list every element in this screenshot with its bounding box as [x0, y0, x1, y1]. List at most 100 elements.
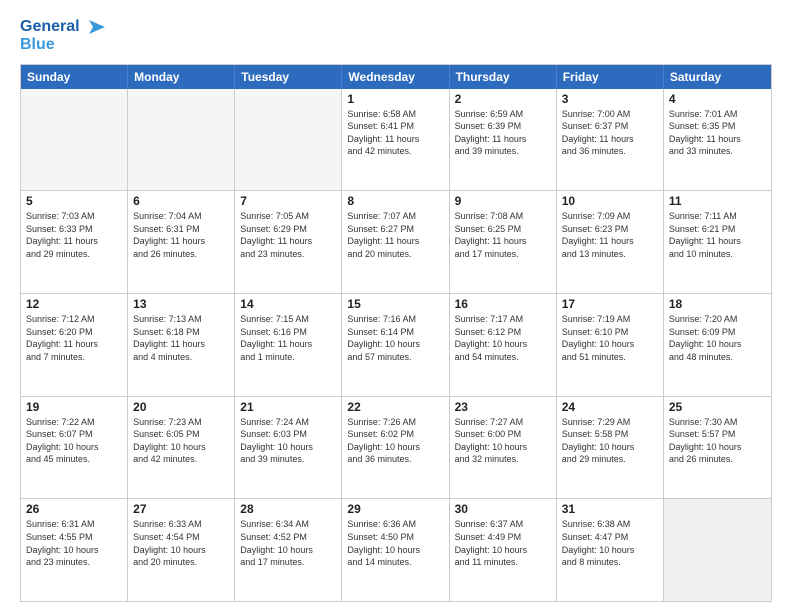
day-info: Sunrise: 6:31 AM Sunset: 4:55 PM Dayligh… [26, 518, 122, 568]
day-cell-11: 11 Sunrise: 7:11 AM Sunset: 6:21 PM Dayli… [664, 191, 771, 293]
calendar-row-1: 5Sunrise: 7:03 AM Sunset: 6:33 PM Daylig… [21, 190, 771, 293]
day-number: 11 [669, 194, 766, 208]
day-number: 31 [562, 502, 658, 516]
day-cell-9: 9 Sunrise: 7:08 AM Sunset: 6:25 PM Daylig… [450, 191, 557, 293]
weekday-header-saturday: Saturday [664, 65, 771, 89]
day-cell-6: 6Sunrise: 7:04 AM Sunset: 6:31 PM Daylig… [128, 191, 235, 293]
calendar: SundayMondayTuesdayWednesdayThursdayFrid… [20, 64, 772, 602]
day-info: Sunrise: 7:24 AM Sunset: 6:03 PM Dayligh… [240, 416, 336, 466]
day-cell-30: 30 Sunrise: 6:37 AM Sunset: 4:49 PM Dayli… [450, 499, 557, 601]
logo-blue: Blue [20, 36, 55, 54]
day-cell-2: 2 Sunrise: 6:59 AM Sunset: 6:39 PM Daylig… [450, 89, 557, 191]
calendar-row-2: 12 Sunrise: 7:12 AM Sunset: 6:20 PM Dayli… [21, 293, 771, 396]
logo-general: General [20, 18, 80, 36]
day-number: 30 [455, 502, 551, 516]
day-cell-16: 16 Sunrise: 7:17 AM Sunset: 6:12 PM Dayli… [450, 294, 557, 396]
calendar-row-0: 1Sunrise: 6:58 AM Sunset: 6:41 PM Daylig… [21, 89, 771, 191]
day-cell-26: 26 Sunrise: 6:31 AM Sunset: 4:55 PM Dayli… [21, 499, 128, 601]
day-cell-8: 8 Sunrise: 7:07 AM Sunset: 6:27 PM Daylig… [342, 191, 449, 293]
day-info: Sunrise: 7:09 AM Sunset: 6:23 PM Dayligh… [562, 210, 658, 260]
day-info: Sunrise: 6:34 AM Sunset: 4:52 PM Dayligh… [240, 518, 336, 568]
day-number: 28 [240, 502, 336, 516]
logo-arrow-icon [83, 16, 105, 38]
day-info: Sunrise: 7:27 AM Sunset: 6:00 PM Dayligh… [455, 416, 551, 466]
day-number: 12 [26, 297, 122, 311]
day-cell-5: 5Sunrise: 7:03 AM Sunset: 6:33 PM Daylig… [21, 191, 128, 293]
day-info: Sunrise: 7:15 AM Sunset: 6:16 PM Dayligh… [240, 313, 336, 363]
day-cell-24: 24 Sunrise: 7:29 AM Sunset: 5:58 PM Dayli… [557, 397, 664, 499]
day-info: Sunrise: 7:17 AM Sunset: 6:12 PM Dayligh… [455, 313, 551, 363]
day-info: Sunrise: 7:01 AM Sunset: 6:35 PM Dayligh… [669, 108, 766, 158]
logo-wordmark: General Blue [20, 16, 105, 54]
day-number: 21 [240, 400, 336, 414]
day-number: 15 [347, 297, 443, 311]
day-info: Sunrise: 7:22 AM Sunset: 6:07 PM Dayligh… [26, 416, 122, 466]
day-cell-12: 12 Sunrise: 7:12 AM Sunset: 6:20 PM Dayli… [21, 294, 128, 396]
day-cell-4: 4 Sunrise: 7:01 AM Sunset: 6:35 PM Daylig… [664, 89, 771, 191]
calendar-row-3: 19 Sunrise: 7:22 AM Sunset: 6:07 PM Dayli… [21, 396, 771, 499]
day-number: 26 [26, 502, 122, 516]
day-number: 24 [562, 400, 658, 414]
day-cell-22: 22Sunrise: 7:26 AM Sunset: 6:02 PM Dayli… [342, 397, 449, 499]
day-number: 6 [133, 194, 229, 208]
day-number: 18 [669, 297, 766, 311]
header: General Blue [20, 16, 772, 54]
empty-cell [128, 89, 235, 191]
weekday-header-sunday: Sunday [21, 65, 128, 89]
day-cell-23: 23 Sunrise: 7:27 AM Sunset: 6:00 PM Dayli… [450, 397, 557, 499]
empty-cell [21, 89, 128, 191]
day-number: 5 [26, 194, 122, 208]
calendar-header: SundayMondayTuesdayWednesdayThursdayFrid… [21, 65, 771, 89]
day-number: 4 [669, 92, 766, 106]
day-cell-15: 15 Sunrise: 7:16 AM Sunset: 6:14 PM Dayli… [342, 294, 449, 396]
day-cell-7: 7 Sunrise: 7:05 AM Sunset: 6:29 PM Daylig… [235, 191, 342, 293]
day-number: 10 [562, 194, 658, 208]
day-cell-1: 1Sunrise: 6:58 AM Sunset: 6:41 PM Daylig… [342, 89, 449, 191]
day-number: 23 [455, 400, 551, 414]
day-number: 8 [347, 194, 443, 208]
day-cell-18: 18 Sunrise: 7:20 AM Sunset: 6:09 PM Dayli… [664, 294, 771, 396]
day-info: Sunrise: 7:23 AM Sunset: 6:05 PM Dayligh… [133, 416, 229, 466]
day-cell-29: 29 Sunrise: 6:36 AM Sunset: 4:50 PM Dayli… [342, 499, 449, 601]
calendar-row-4: 26 Sunrise: 6:31 AM Sunset: 4:55 PM Dayli… [21, 498, 771, 601]
day-info: Sunrise: 7:29 AM Sunset: 5:58 PM Dayligh… [562, 416, 658, 466]
day-cell-10: 10 Sunrise: 7:09 AM Sunset: 6:23 PM Dayli… [557, 191, 664, 293]
day-info: Sunrise: 7:12 AM Sunset: 6:20 PM Dayligh… [26, 313, 122, 363]
weekday-header-friday: Friday [557, 65, 664, 89]
day-cell-25: 25Sunrise: 7:30 AM Sunset: 5:57 PM Dayli… [664, 397, 771, 499]
weekday-header-tuesday: Tuesday [235, 65, 342, 89]
day-cell-21: 21 Sunrise: 7:24 AM Sunset: 6:03 PM Dayli… [235, 397, 342, 499]
day-number: 9 [455, 194, 551, 208]
day-number: 22 [347, 400, 443, 414]
day-info: Sunrise: 6:36 AM Sunset: 4:50 PM Dayligh… [347, 518, 443, 568]
day-number: 27 [133, 502, 229, 516]
empty-cell [664, 499, 771, 601]
day-info: Sunrise: 7:20 AM Sunset: 6:09 PM Dayligh… [669, 313, 766, 363]
day-number: 29 [347, 502, 443, 516]
day-info: Sunrise: 6:59 AM Sunset: 6:39 PM Dayligh… [455, 108, 551, 158]
day-cell-27: 27 Sunrise: 6:33 AM Sunset: 4:54 PM Dayli… [128, 499, 235, 601]
day-number: 1 [347, 92, 443, 106]
day-info: Sunrise: 7:08 AM Sunset: 6:25 PM Dayligh… [455, 210, 551, 260]
day-number: 17 [562, 297, 658, 311]
day-cell-13: 13Sunrise: 7:13 AM Sunset: 6:18 PM Dayli… [128, 294, 235, 396]
day-number: 2 [455, 92, 551, 106]
day-info: Sunrise: 6:33 AM Sunset: 4:54 PM Dayligh… [133, 518, 229, 568]
day-info: Sunrise: 7:11 AM Sunset: 6:21 PM Dayligh… [669, 210, 766, 260]
day-info: Sunrise: 7:19 AM Sunset: 6:10 PM Dayligh… [562, 313, 658, 363]
day-cell-31: 31 Sunrise: 6:38 AM Sunset: 4:47 PM Dayli… [557, 499, 664, 601]
weekday-header-thursday: Thursday [450, 65, 557, 89]
day-info: Sunrise: 7:16 AM Sunset: 6:14 PM Dayligh… [347, 313, 443, 363]
day-cell-14: 14Sunrise: 7:15 AM Sunset: 6:16 PM Dayli… [235, 294, 342, 396]
day-cell-20: 20Sunrise: 7:23 AM Sunset: 6:05 PM Dayli… [128, 397, 235, 499]
day-info: Sunrise: 6:37 AM Sunset: 4:49 PM Dayligh… [455, 518, 551, 568]
day-cell-17: 17 Sunrise: 7:19 AM Sunset: 6:10 PM Dayli… [557, 294, 664, 396]
calendar-body: 1Sunrise: 6:58 AM Sunset: 6:41 PM Daylig… [21, 89, 771, 601]
day-number: 7 [240, 194, 336, 208]
day-number: 19 [26, 400, 122, 414]
day-info: Sunrise: 7:07 AM Sunset: 6:27 PM Dayligh… [347, 210, 443, 260]
day-info: Sunrise: 6:38 AM Sunset: 4:47 PM Dayligh… [562, 518, 658, 568]
logo: General Blue [20, 16, 105, 54]
day-info: Sunrise: 7:05 AM Sunset: 6:29 PM Dayligh… [240, 210, 336, 260]
day-number: 16 [455, 297, 551, 311]
